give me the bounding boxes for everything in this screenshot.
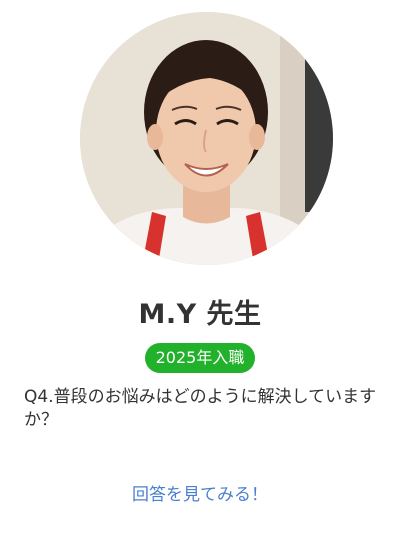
badge-container: 2025年入職 <box>0 343 400 373</box>
portrait-illustration <box>80 12 333 265</box>
join-year-badge: 2025年入職 <box>144 343 256 373</box>
view-answer-link[interactable]: 回答を見てみる！ <box>0 480 400 505</box>
teacher-profile-card: M.Y 先生 2025年入職 Q4.普段のお悩みはどのように解決していますか？ … <box>0 0 400 550</box>
teacher-avatar-photo <box>80 12 333 265</box>
question-text: Q4.普段のお悩みはどのように解決していますか？ <box>24 387 377 430</box>
teacher-name: M.Y 先生 <box>138 299 262 330</box>
